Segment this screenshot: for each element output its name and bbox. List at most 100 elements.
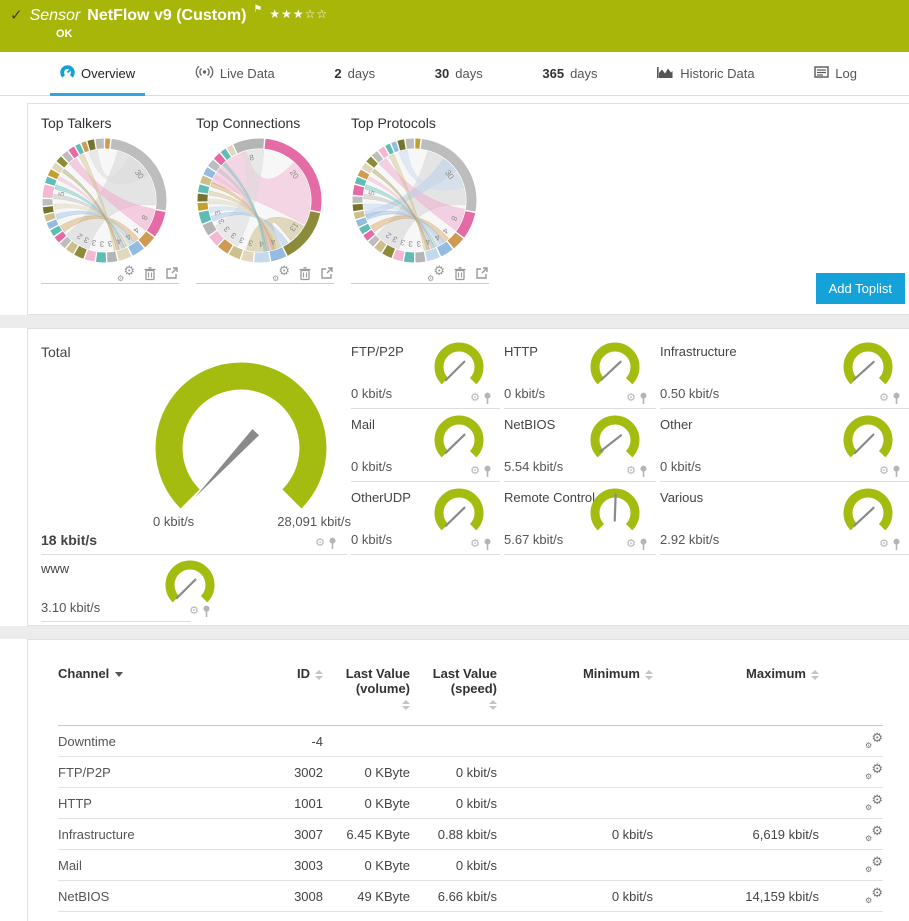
tab-overview[interactable]: Overview <box>50 53 145 95</box>
cell <box>323 726 410 757</box>
sort-icon[interactable] <box>402 700 410 710</box>
channel-settings-icon[interactable]: ⚙⚙ <box>865 764 883 778</box>
gauge-value: 0 kbit/s <box>660 459 701 474</box>
pin-icon[interactable] <box>639 538 648 551</box>
delete-toplist-icon[interactable] <box>143 266 157 281</box>
column-header[interactable]: ID <box>258 666 323 726</box>
gauge-cell-total[interactable]: Total0 kbit/s28,091 kbit/s18 kbit/s⚙ <box>41 336 347 555</box>
gauge-settings-icon[interactable]: ⚙ <box>470 539 480 550</box>
gauge-cell-ftp-p2p[interactable]: FTP/P2P0 kbit/s⚙ <box>351 336 500 409</box>
gauge-label: www <box>41 561 69 576</box>
gauge-settings-icon[interactable]: ⚙ <box>189 606 199 617</box>
pin-icon[interactable] <box>328 537 337 550</box>
table-row[interactable]: Downtime-4⚙⚙ <box>58 726 883 757</box>
gauge-settings-icon[interactable]: ⚙ <box>315 538 325 549</box>
open-toplist-icon[interactable] <box>475 266 489 280</box>
gauge-settings-icon[interactable]: ⚙ <box>879 466 889 477</box>
pin-icon[interactable] <box>483 465 492 478</box>
gauge-settings-icon[interactable]: ⚙ <box>470 393 480 404</box>
sort-icon[interactable] <box>315 670 323 680</box>
table-row[interactable]: Mail30030 KByte0 kbit/s⚙⚙ <box>58 850 883 881</box>
table-row[interactable]: Infrastructure30076.45 KByte0.88 kbit/s0… <box>58 819 883 850</box>
cell: 6.66 kbit/s <box>410 881 497 912</box>
gauge-cell-various[interactable]: Various2.92 kbit/s⚙ <box>660 482 909 555</box>
delete-toplist-icon[interactable] <box>298 266 312 281</box>
pin-icon[interactable] <box>892 392 901 405</box>
gauge-settings-icon[interactable]: ⚙ <box>626 539 636 550</box>
chord-diagram[interactable]: 308444333325 <box>351 137 478 264</box>
tab-live-data[interactable]: Live Data <box>185 53 285 95</box>
toplist-top-talkers[interactable]: Top Talkers308444333325⚙⚙ <box>41 115 188 284</box>
cell: 0 kbit/s <box>497 881 653 912</box>
column-header[interactable]: Maximum <box>653 666 819 726</box>
pin-icon[interactable] <box>639 392 648 405</box>
channel-settings-icon[interactable]: ⚙⚙ <box>865 857 883 871</box>
tab-days[interactable]: 30days <box>425 53 493 95</box>
chord-diagram[interactable]: 8201344333333 <box>196 137 323 264</box>
priority-stars[interactable]: ★★★☆☆ <box>269 4 328 24</box>
pin-icon[interactable] <box>892 465 901 478</box>
flag-icon[interactable]: ⚑ <box>253 0 262 20</box>
gauge-cell-otherudp[interactable]: OtherUDP0 kbit/s⚙ <box>351 482 500 555</box>
gauge-settings-icon[interactable]: ⚙ <box>879 539 889 550</box>
gauge-label: Remote Control <box>504 490 595 505</box>
pin-icon[interactable] <box>483 538 492 551</box>
column-header[interactable]: Last Value(volume) <box>323 666 410 726</box>
gauge-settings-icon[interactable]: ⚙ <box>626 393 636 404</box>
gauge-cell-other[interactable]: Other0 kbit/s⚙ <box>660 409 909 482</box>
pin-icon[interactable] <box>639 465 648 478</box>
toplist-settings-icon[interactable]: ⚙⚙ <box>117 266 135 280</box>
column-header[interactable]: Minimum <box>497 666 653 726</box>
sort-icon[interactable] <box>811 670 819 680</box>
gauge-cell-infrastructure[interactable]: Infrastructure0.50 kbit/s⚙ <box>660 336 909 409</box>
gauge-cell-netbios[interactable]: NetBIOS5.54 kbit/s⚙ <box>504 409 656 482</box>
table-row[interactable]: NetBIOS300849 KByte6.66 kbit/s0 kbit/s14… <box>58 881 883 912</box>
channel-settings-icon[interactable]: ⚙⚙ <box>865 795 883 809</box>
toplist-top-protocols[interactable]: Top Protocols308444333325⚙⚙ <box>351 115 498 284</box>
cell: 3003 <box>258 850 323 881</box>
open-toplist-icon[interactable] <box>165 266 179 280</box>
sort-icon[interactable] <box>489 700 497 710</box>
tab-days[interactable]: 2days <box>324 53 385 95</box>
channel-settings-icon[interactable]: ⚙⚙ <box>865 888 883 902</box>
tab-log[interactable]: Log <box>804 53 867 95</box>
tab-days[interactable]: 365days <box>532 53 607 95</box>
cell: HTTP <box>58 788 258 819</box>
table-row[interactable]: HTTP10010 KByte0 kbit/s⚙⚙ <box>58 788 883 819</box>
column-header[interactable]: Last Value(speed) <box>410 666 497 726</box>
gauge-label: Infrastructure <box>660 344 737 359</box>
table-row[interactable]: FTP/P2P30020 KByte0 kbit/s⚙⚙ <box>58 757 883 788</box>
open-toplist-icon[interactable] <box>320 266 334 280</box>
gauge-settings-icon[interactable]: ⚙ <box>626 466 636 477</box>
gauge-value: 0 kbit/s <box>351 532 392 547</box>
gauge-settings-icon[interactable]: ⚙ <box>470 466 480 477</box>
pin-icon[interactable] <box>202 605 211 618</box>
sort-desc-icon[interactable] <box>115 672 123 677</box>
gauge-label: HTTP <box>504 344 538 359</box>
channel-settings-icon[interactable]: ⚙⚙ <box>865 733 883 747</box>
column-header[interactable] <box>819 666 883 726</box>
gauge-value: 5.67 kbit/s <box>504 532 563 547</box>
channel-settings-icon[interactable]: ⚙⚙ <box>865 826 883 840</box>
gauge-cell-http[interactable]: HTTP0 kbit/s⚙ <box>504 336 656 409</box>
gauge-cell-remote-control[interactable]: Remote Control 5.67 kbit/s ⚙ <box>504 482 656 555</box>
sort-icon[interactable] <box>645 670 653 680</box>
channel-gauge <box>430 339 488 395</box>
gauge-value: 0 kbit/s <box>351 459 392 474</box>
tab-historic-data[interactable]: Historic Data <box>647 53 764 95</box>
row-settings-cell: ⚙⚙ <box>819 757 883 788</box>
tab-bar: Overview Live Data 2days 30days 365days Histo… <box>0 52 909 96</box>
toplist-top-connections[interactable]: Top Connections8201344333333⚙⚙ <box>196 115 343 284</box>
toplist-settings-icon[interactable]: ⚙⚙ <box>427 266 445 280</box>
tab-number: 30 <box>435 66 449 81</box>
delete-toplist-icon[interactable] <box>453 266 467 281</box>
add-toplist-button[interactable]: Add Toplist <box>816 273 905 304</box>
chord-diagram[interactable]: 308444333325 <box>41 137 168 264</box>
gauge-settings-icon[interactable]: ⚙ <box>879 393 889 404</box>
toplist-settings-icon[interactable]: ⚙⚙ <box>272 266 290 280</box>
gauge-cell-mail[interactable]: Mail0 kbit/s⚙ <box>351 409 500 482</box>
pin-icon[interactable] <box>892 538 901 551</box>
gauge-cell-www[interactable]: www3.10 kbit/s⚙ <box>41 555 191 622</box>
pin-icon[interactable] <box>483 392 492 405</box>
column-header[interactable]: Channel <box>58 666 258 726</box>
